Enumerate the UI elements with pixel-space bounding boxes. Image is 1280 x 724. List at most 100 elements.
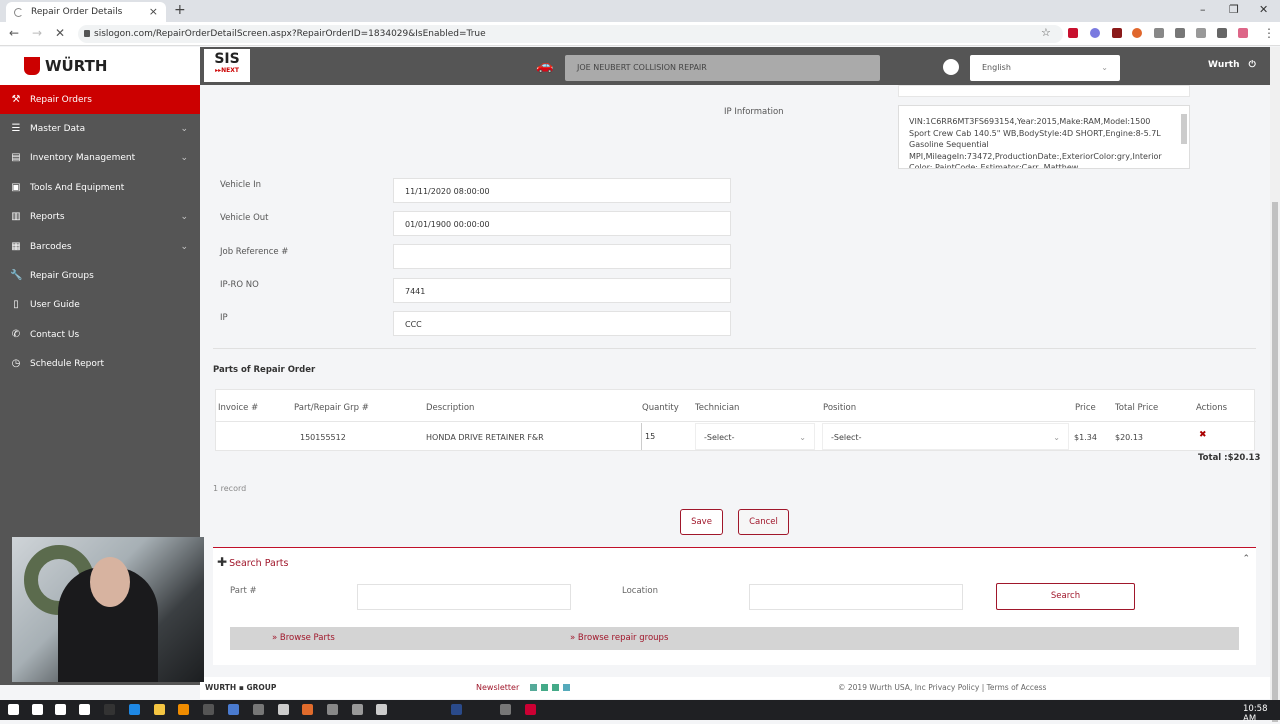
scrollbar-thumb[interactable] xyxy=(1272,202,1278,722)
sis-next-logo[interactable]: SIS ▸▸NEXT xyxy=(204,49,250,82)
restore-button[interactable]: ❐ xyxy=(1229,3,1239,16)
back-button[interactable]: ← xyxy=(9,26,19,40)
extension-pdf-icon[interactable] xyxy=(1112,28,1122,38)
stop-button[interactable]: ✕ xyxy=(55,26,65,40)
social-icon-linkedin[interactable] xyxy=(541,684,548,691)
position-select[interactable]: -Select- ⌄ xyxy=(822,423,1069,450)
book-icon: ▯ xyxy=(13,299,19,311)
quantity-input[interactable]: 15 xyxy=(641,423,692,450)
taskbar-app-11-icon[interactable] xyxy=(525,704,536,715)
search-parts-toggle[interactable]: ✚ Search Parts xyxy=(217,555,288,569)
social-icon-facebook[interactable] xyxy=(552,684,559,691)
social-icon-twitter[interactable] xyxy=(563,684,570,691)
sidebar-item-user-guide[interactable]: ▯ User Guide xyxy=(0,291,200,320)
ip-information-textarea[interactable]: VIN:1C6RR6MT3FS693154,Year:2015,Make:RAM… xyxy=(898,105,1190,169)
url-text: sislogon.com/RepairOrderDetailScreen.asp… xyxy=(94,29,486,39)
sidebar-item-tools-and-equipment[interactable]: ▣ Tools And Equipment xyxy=(0,173,200,202)
taskbar-app-8-icon[interactable] xyxy=(352,704,363,715)
sidebar-item-barcodes[interactable]: ▦ Barcodes ⌄ xyxy=(0,232,200,261)
cancel-button[interactable]: Cancel xyxy=(738,509,789,535)
browser-tab[interactable]: Repair Order Details × xyxy=(6,2,166,22)
sidebar-item-label: Tools And Equipment xyxy=(30,182,125,193)
taskbar-file-explorer-icon[interactable] xyxy=(154,704,165,715)
wurth-logo[interactable]: WÜRTH xyxy=(0,47,200,85)
page-scrollbar[interactable] xyxy=(1270,47,1280,722)
ip-ro-no-input[interactable]: 7441 xyxy=(393,278,731,303)
browse-repair-groups-link[interactable]: » Browse repair groups xyxy=(570,633,668,643)
col-total-price: Total Price xyxy=(1115,403,1159,413)
search-parts-panel: ✚ Search Parts ⌃ Part # Location Search »… xyxy=(213,547,1256,665)
taskbar-app-4-icon[interactable] xyxy=(228,704,239,715)
taskbar-app-1-icon[interactable] xyxy=(104,704,115,715)
taskbar-app-3-icon[interactable] xyxy=(203,704,214,715)
row-divider xyxy=(216,421,1256,422)
taskbar-chrome-icon[interactable] xyxy=(278,704,289,715)
part-number-input[interactable] xyxy=(357,584,571,610)
taskbar-edge-icon[interactable] xyxy=(129,704,140,715)
url-input[interactable]: sislogon.com/RepairOrderDetailScreen.asp… xyxy=(78,25,1063,43)
extension-pin-icon[interactable] xyxy=(1196,28,1206,38)
taskbar-app-2-icon[interactable] xyxy=(178,704,189,715)
extension-shield-icon[interactable] xyxy=(1068,28,1078,38)
sidebar-item-inventory-management[interactable]: ▤ Inventory Management ⌄ xyxy=(0,144,200,173)
ip-ro-no-label: IP-RO NO xyxy=(220,280,259,290)
bookmark-star-icon[interactable]: ☆ xyxy=(1041,26,1051,39)
ip-input[interactable]: CCC xyxy=(393,311,731,336)
textarea-scrollbar[interactable] xyxy=(1181,114,1187,144)
close-window-button[interactable]: ✕ xyxy=(1259,3,1268,16)
extension-duck-icon[interactable] xyxy=(1132,28,1142,38)
taskbar-task-view-icon[interactable] xyxy=(79,704,90,715)
taskbar-photoshop-icon[interactable] xyxy=(451,704,462,715)
taskbar-app-5-icon[interactable] xyxy=(253,704,264,715)
user-menu[interactable]: Wurth ⏻ xyxy=(1208,60,1256,70)
search-button[interactable]: Search xyxy=(996,583,1135,610)
tab-close-icon[interactable]: × xyxy=(149,5,158,18)
ip-information-label: IP Information xyxy=(724,107,784,117)
taskbar-app-10-icon[interactable] xyxy=(500,704,511,715)
sidebar-item-master-data[interactable]: ☰ Master Data ⌄ xyxy=(0,114,200,143)
wurth-group-logo: WURTH ▪ GROUP xyxy=(205,683,277,692)
location-input[interactable] xyxy=(749,584,963,610)
extension-snowflake-icon[interactable] xyxy=(1090,28,1100,38)
sidebar-item-repair-orders[interactable]: ⚒ Repair Orders xyxy=(0,85,200,115)
taskbar-cortana-icon[interactable] xyxy=(55,704,66,715)
extension-facebook-icon[interactable] xyxy=(1154,28,1164,38)
extension-us-icon[interactable] xyxy=(1238,28,1248,38)
extensions-puzzle-icon[interactable] xyxy=(1217,28,1227,38)
vehicle-out-input[interactable]: 01/01/1900 00:00:00 xyxy=(393,211,731,236)
taskbar-start-icon[interactable] xyxy=(8,704,19,715)
taskbar-app-6-icon[interactable] xyxy=(302,704,313,715)
shop-selector[interactable]: JOE NEUBERT COLLISION REPAIR xyxy=(565,55,880,81)
ip-top-field[interactable] xyxy=(898,85,1190,97)
power-icon[interactable]: ⏻ xyxy=(1249,60,1256,70)
newsletter-link[interactable]: Newsletter xyxy=(476,683,519,692)
delete-icon[interactable]: ✖ xyxy=(1199,430,1207,440)
vehicle-in-input[interactable]: 11/11/2020 08:00:00 xyxy=(393,178,731,203)
minimize-button[interactable]: – xyxy=(1200,3,1206,16)
browser-menu-icon[interactable]: ⋮ xyxy=(1263,26,1275,40)
social-icon-1[interactable] xyxy=(530,684,537,691)
forward-button[interactable]: → xyxy=(32,26,42,40)
terms-of-access-link[interactable]: Terms of Access xyxy=(987,683,1047,692)
extension-m-icon[interactable] xyxy=(1175,28,1185,38)
taskbar-app-9-icon[interactable] xyxy=(376,704,387,715)
sidebar-item-contact-us[interactable]: ✆ Contact Us xyxy=(0,320,200,349)
collapse-icon[interactable]: ⌃ xyxy=(1242,554,1250,564)
privacy-policy-link[interactable]: Privacy Policy xyxy=(928,683,979,692)
language-select[interactable]: English ⌄ xyxy=(970,55,1120,81)
job-reference-input[interactable] xyxy=(393,244,731,269)
technician-select[interactable]: -Select- ⌄ xyxy=(695,423,815,450)
sidebar-item-label: Barcodes xyxy=(30,241,72,252)
sidebar-item-schedule-report[interactable]: ◷ Schedule Report xyxy=(0,350,200,379)
sidebar-item-reports[interactable]: ▥ Reports ⌄ xyxy=(0,203,200,232)
taskbar-app-7-icon[interactable] xyxy=(327,704,338,715)
browse-parts-link[interactable]: » Browse Parts xyxy=(272,633,335,643)
new-tab-button[interactable]: + xyxy=(174,2,186,18)
chevron-down-icon: ⌄ xyxy=(799,433,806,442)
ip-label: IP xyxy=(220,313,228,323)
phone-icon: ✆ xyxy=(11,328,21,340)
sidebar-item-repair-groups[interactable]: 🔧 Repair Groups xyxy=(0,261,200,290)
taskbar-search-icon[interactable] xyxy=(32,704,43,715)
save-button[interactable]: Save xyxy=(680,509,723,535)
cell-description: HONDA DRIVE RETAINER F&R xyxy=(426,433,544,442)
